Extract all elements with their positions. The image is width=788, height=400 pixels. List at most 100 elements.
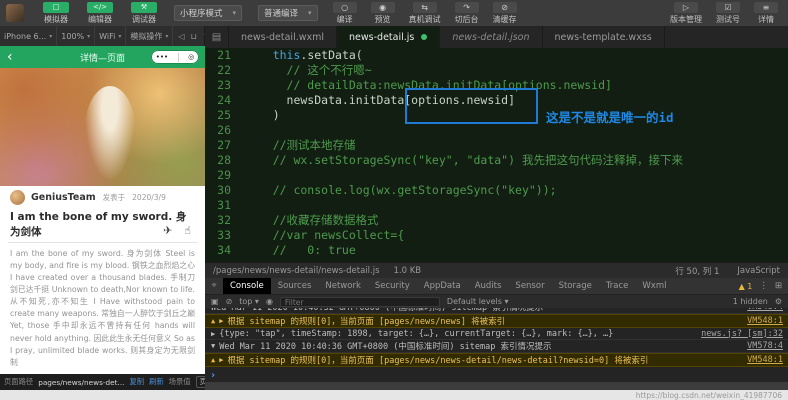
expand-arrow-icon[interactable]: ▶	[211, 330, 215, 338]
copy-link[interactable]: 复制	[129, 377, 144, 387]
project-avatar[interactable]	[6, 4, 24, 22]
language-mode[interactable]: JavaScript	[737, 266, 780, 276]
code-editor[interactable]: 21 this.setData(22 // 这个不行嗯~23 // detail…	[205, 48, 788, 262]
details-button[interactable]: ≡ 详情	[754, 2, 778, 25]
test-account-button[interactable]: ☑ 测试号	[716, 2, 740, 25]
simulate-select[interactable]: 模拟操作 ▾	[126, 26, 173, 46]
mode-select[interactable]: 小程序模式 ▾	[174, 5, 242, 21]
file-tree-toggle-icon[interactable]: ▤	[205, 26, 229, 48]
line-number: 30	[205, 183, 245, 198]
dock-side-icon[interactable]: ⊞	[775, 281, 782, 291]
console-sidebar-icon[interactable]: ▣	[211, 297, 219, 306]
devtools-tab-network[interactable]: Network	[318, 278, 368, 294]
capsule-menu[interactable]: ••• ◎	[151, 50, 199, 64]
devtools-tab-security[interactable]: Security	[368, 278, 417, 294]
kebab-menu-icon[interactable]: ⋮	[759, 281, 768, 291]
code-line[interactable]: 21 this.setData(	[205, 48, 788, 63]
refresh-link[interactable]: 刷新	[149, 377, 164, 387]
code-line[interactable]: 27 //测试本地存储	[205, 138, 788, 153]
code-line[interactable]: 26	[205, 123, 788, 138]
code-line[interactable]: 33 //var newsCollect={	[205, 228, 788, 243]
top-toolbar: □ 模拟器 </> 编辑器 ⚒ 调试器 小程序模式 ▾ 普通编译 ▾ ○ 编译 …	[0, 0, 788, 26]
preview-button[interactable]: ◉ 预览	[371, 2, 395, 25]
network-select[interactable]: WiFi ▾	[95, 26, 126, 46]
devtools-tab-sources[interactable]: Sources	[271, 278, 319, 294]
article-body: I am the bone of my sword. 身为剑体 Steel is…	[10, 248, 195, 370]
context-select[interactable]: top ▾	[239, 297, 259, 306]
simulator-label: 模拟器	[44, 14, 68, 25]
zoom-select[interactable]: 100% ▾	[57, 26, 95, 46]
eye-icon[interactable]: ◉	[266, 297, 273, 306]
editor-tab[interactable]: news-detail.js	[337, 26, 440, 48]
expand-arrow-icon[interactable]: ▼	[211, 342, 215, 350]
details-label: 详情	[758, 14, 774, 25]
code-line[interactable]: 34 // 0: true	[205, 243, 788, 258]
devtools-tabbar: ⌖ ConsoleSourcesNetworkSecurityAppDataAu…	[205, 278, 788, 294]
code-line[interactable]: 31	[205, 198, 788, 213]
clear-cache-button[interactable]: ⊘ 清缓存	[493, 2, 517, 25]
console-prompt[interactable]: ›	[205, 368, 788, 382]
annotation-text: 这是不是就是唯一的id	[546, 110, 674, 125]
clear-console-icon[interactable]: ⊘	[226, 297, 233, 306]
scene-label[interactable]: 场景值	[169, 377, 191, 387]
warning-count-badge[interactable]: ▲ 1	[739, 282, 753, 291]
filter-input[interactable]: Filter	[280, 297, 440, 307]
page-params-button[interactable]: 页面参数	[196, 376, 205, 388]
debugger-toggle-button[interactable]: ⚒ 调试器	[131, 2, 157, 25]
code-text: // 0: true	[245, 243, 356, 258]
like-hand-icon[interactable]: ☝	[184, 224, 191, 237]
expand-arrow-icon[interactable]: ▶	[219, 317, 223, 325]
console-message-text: {type: "tap", timeStamp: 1898, target: {…	[219, 329, 613, 339]
cursor-position[interactable]: 行 50, 列 1	[675, 265, 719, 277]
editor-tab[interactable]: news-template.wxss	[543, 26, 665, 48]
devtools-tab-storage[interactable]: Storage	[552, 278, 599, 294]
device-debug-button[interactable]: ⇆ 真机调试	[409, 2, 441, 25]
source-link[interactable]: VM548:4	[737, 308, 783, 312]
devtools-tab-audits[interactable]: Audits	[468, 278, 509, 294]
code-line[interactable]: 22 // 这个不行嗯~	[205, 63, 788, 78]
close-target-icon[interactable]: ◎	[188, 53, 194, 61]
source-link[interactable]: VM548:1	[737, 355, 783, 365]
compile-mode-select[interactable]: 普通编译 ▾	[258, 5, 318, 21]
version-manage-button[interactable]: ▷ 版本管理	[670, 2, 702, 25]
file-size: 1.0 KB	[394, 266, 422, 276]
editor-statusbar: /pages/news/news-detail/news-detail.js 1…	[205, 262, 788, 278]
more-icon[interactable]: •••	[156, 53, 168, 61]
devtools-tab-trace[interactable]: Trace	[599, 278, 636, 294]
devtools-tab-appdata[interactable]: AppData	[417, 278, 468, 294]
switch-background-label: 切后台	[455, 14, 479, 25]
editor-tab[interactable]: news-detail.json	[440, 26, 542, 48]
log-levels-select[interactable]: Default levels ▾	[447, 297, 509, 306]
devtools-tab-console[interactable]: Console	[223, 278, 271, 294]
code-line[interactable]: 32 //收藏存储数据格式	[205, 213, 788, 228]
dock-icon[interactable]: ⊔	[191, 32, 197, 41]
details-icon: ≡	[754, 2, 778, 13]
device-select[interactable]: iPhone 6... ▾	[0, 26, 57, 46]
share-icon[interactable]: ✈	[163, 224, 172, 237]
source-link[interactable]: VM578:4	[737, 341, 783, 351]
debugger-label: 调试器	[132, 14, 156, 25]
rotate-icon[interactable]: ◁	[178, 32, 184, 41]
editor-toggle-button[interactable]: </> 编辑器	[87, 2, 113, 25]
compile-button[interactable]: ○ 编译	[333, 2, 357, 25]
inspect-device-icon[interactable]: ⌖	[205, 281, 223, 291]
avatar[interactable]	[10, 190, 25, 205]
console-message: ▼ Wed Mar 11 2020 10:40:36 GMT+0800 (中国标准…	[205, 340, 788, 353]
expand-arrow-icon[interactable]: ▶	[219, 356, 223, 364]
gear-icon[interactable]: ⚙	[775, 297, 782, 306]
console-message-text: Wed Mar 11 2020 10:40:36 GMT+0800 (中国标准时…	[219, 340, 551, 352]
source-link[interactable]: VM548:1	[737, 316, 783, 326]
content-divider	[8, 242, 197, 243]
devtools-tab-wxml[interactable]: Wxml	[635, 278, 673, 294]
compile-icon: ○	[333, 2, 357, 13]
code-line[interactable]: 28 // wx.setStorageSync("key", "data") 我…	[205, 153, 788, 168]
switch-background-button[interactable]: ↷ 切后台	[455, 2, 479, 25]
code-line[interactable]: 29	[205, 168, 788, 183]
simulator-toggle-button[interactable]: □ 模拟器	[43, 2, 69, 25]
eye-icon: ◉	[371, 2, 395, 13]
editor-tab[interactable]: news-detail.wxml	[229, 26, 337, 48]
code-text: // console.log(wx.getStorageSync("key"))…	[245, 183, 557, 198]
source-link[interactable]: news.js? [sm]:32	[691, 329, 783, 339]
devtools-tab-sensor[interactable]: Sensor	[508, 278, 551, 294]
code-line[interactable]: 30 // console.log(wx.getStorageSync("key…	[205, 183, 788, 198]
